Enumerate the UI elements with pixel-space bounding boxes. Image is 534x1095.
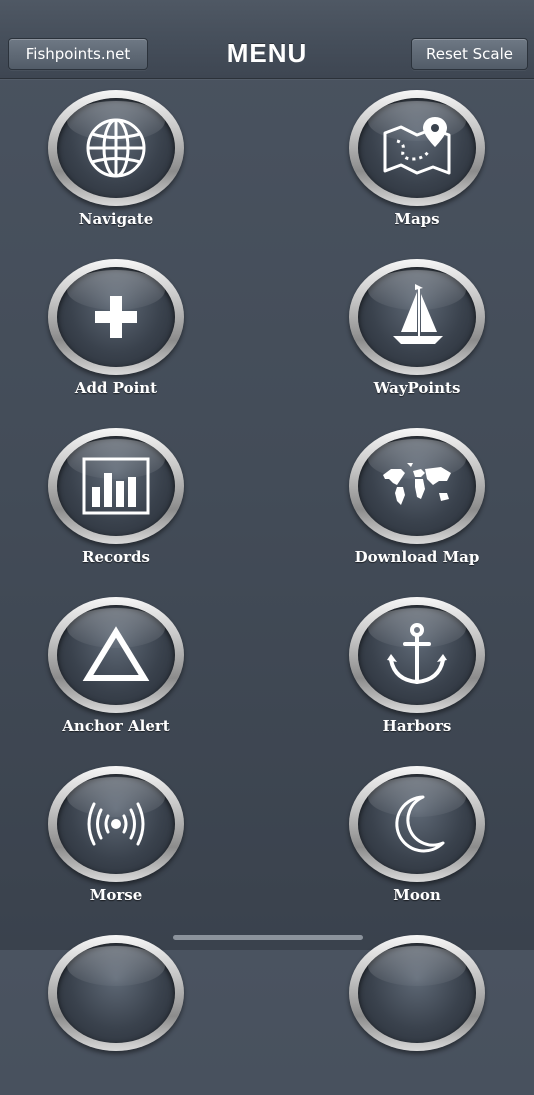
menu-item-add-point[interactable]: Add Point [31, 259, 201, 419]
partial-left-button[interactable] [48, 935, 184, 1051]
reset-scale-button[interactable]: Reset Scale [411, 38, 528, 70]
fishpoints-link-button[interactable]: Fishpoints.net [8, 38, 148, 70]
add-point-label: Add Point [74, 379, 158, 397]
waypoints-button[interactable] [349, 259, 485, 375]
menu-item-records[interactable]: Records [31, 428, 201, 588]
signal-waves-icon [76, 789, 156, 859]
moon-icon [377, 789, 457, 859]
bar-chart-icon [76, 451, 156, 521]
map-pin-icon [377, 113, 457, 183]
world-map-icon [377, 451, 457, 521]
harbors-label: Harbors [382, 717, 452, 735]
menu-item-navigate[interactable]: Navigate [31, 90, 201, 250]
menu-item-partial-left[interactable] [31, 935, 201, 1095]
menu-item-harbors[interactable]: Harbors [332, 597, 502, 757]
records-label: Records [82, 548, 150, 566]
sailboat-icon [377, 282, 457, 352]
menu-item-anchor-alert[interactable]: Anchor Alert [31, 597, 201, 757]
home-indicator[interactable] [173, 935, 363, 940]
anchor-icon [377, 620, 457, 690]
moon-button[interactable] [349, 766, 485, 882]
anchor-alert-label: Anchor Alert [62, 717, 170, 735]
page-title: MENU [226, 38, 308, 68]
morse-label: Morse [89, 886, 143, 904]
menu-item-moon[interactable]: Moon [332, 766, 502, 926]
menu-item-partial-right[interactable] [332, 935, 502, 1095]
plus-icon [76, 282, 156, 352]
nav-bar: Fishpoints.net MENU Reset Scale [0, 0, 534, 79]
partial-right-button[interactable] [349, 935, 485, 1051]
navigate-button[interactable] [48, 90, 184, 206]
menu-item-waypoints[interactable]: WayPoints [332, 259, 502, 419]
menu-item-download-map[interactable]: Download Map [332, 428, 502, 588]
maps-button[interactable] [349, 90, 485, 206]
waypoints-label: WayPoints [373, 379, 461, 397]
download-map-label: Download Map [354, 548, 480, 566]
maps-label: Maps [394, 210, 440, 228]
moon-label: Moon [393, 886, 441, 904]
morse-button[interactable] [48, 766, 184, 882]
add-point-button[interactable] [48, 259, 184, 375]
menu-item-maps[interactable]: Maps [332, 90, 502, 250]
globe-icon [76, 113, 156, 183]
navigate-label: Navigate [78, 210, 154, 228]
download-map-button[interactable] [349, 428, 485, 544]
harbors-button[interactable] [349, 597, 485, 713]
anchor-alert-button[interactable] [48, 597, 184, 713]
triangle-icon [76, 620, 156, 690]
records-button[interactable] [48, 428, 184, 544]
menu-item-morse[interactable]: Morse [31, 766, 201, 926]
